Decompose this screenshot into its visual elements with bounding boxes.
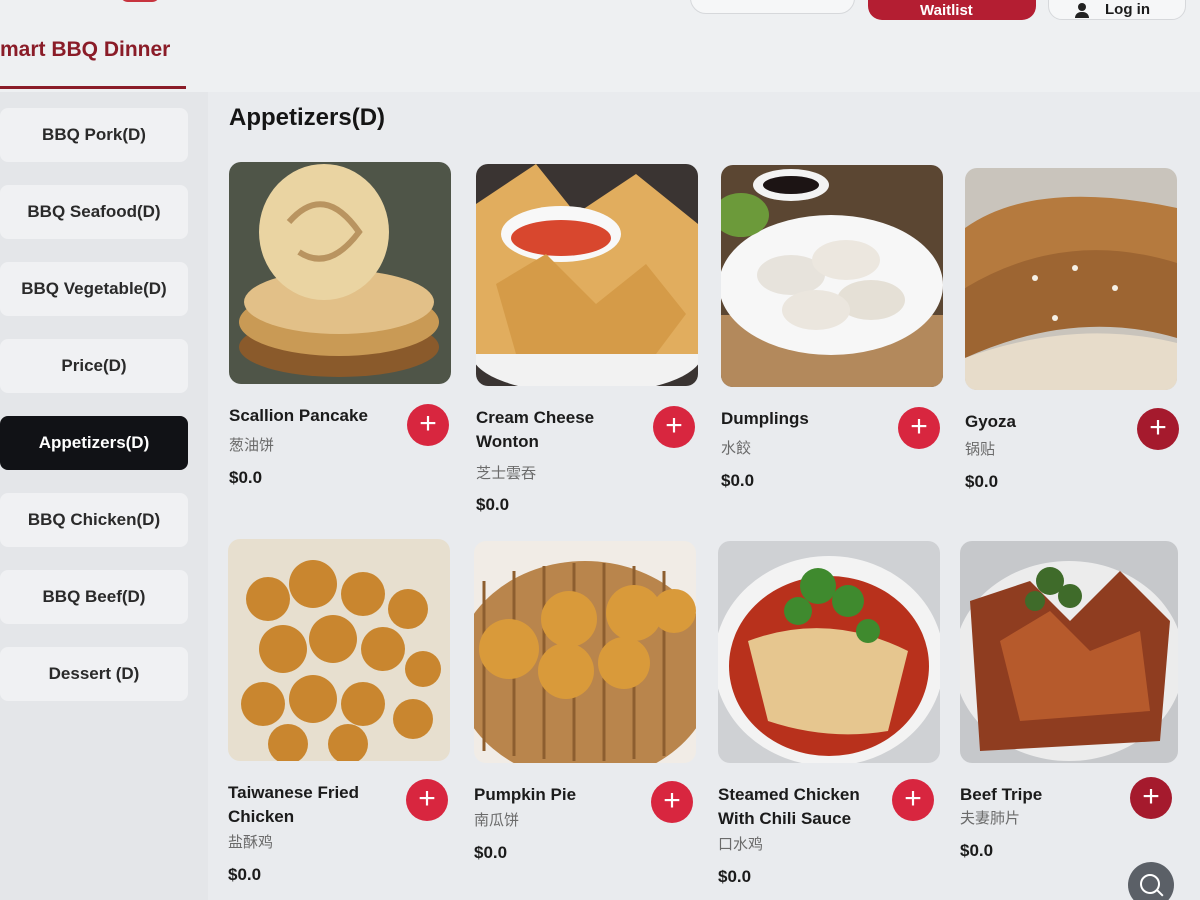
- item-price: $0.0: [229, 468, 263, 487]
- sidebar-item-bbq-chicken[interactable]: BBQ Chicken(D): [0, 493, 188, 547]
- top-badge: [120, 0, 160, 2]
- dumplings-image[interactable]: [721, 165, 943, 387]
- add-to-cart-button[interactable]: +: [651, 781, 693, 823]
- sidebar-item-bbq-pork[interactable]: BBQ Pork(D): [0, 108, 188, 162]
- zoom-icon[interactable]: [1128, 862, 1174, 900]
- item-name: Beef Tripe: [960, 785, 1043, 804]
- add-to-cart-button[interactable]: +: [892, 779, 934, 821]
- login-button[interactable]: Log in: [1048, 0, 1186, 20]
- item-name: Gyoza: [965, 412, 1017, 431]
- item-name: Cream Cheese Wonton: [476, 408, 595, 451]
- sidebar-item-dessert[interactable]: Dessert (D): [0, 647, 188, 701]
- store-tab-title[interactable]: mart BBQ Dinner: [0, 38, 170, 62]
- add-to-cart-button[interactable]: +: [406, 779, 448, 821]
- top-bar: Waitlist Log in mart BBQ Dinner: [0, 0, 1200, 92]
- category-sidebar: BBQ Pork(D) BBQ Seafood(D) BBQ Vegetable…: [0, 92, 208, 900]
- cream-cheese-wonton-image[interactable]: [476, 164, 698, 386]
- scallion-pancake-image[interactable]: [229, 162, 451, 384]
- sidebar-item-bbq-vegetable[interactable]: BBQ Vegetable(D): [0, 262, 188, 316]
- user-icon: [1075, 3, 1089, 18]
- add-to-cart-button[interactable]: +: [898, 407, 940, 449]
- item-name: Steamed Chicken With Chili Sauce: [718, 785, 860, 828]
- item-name: Taiwanese Fried Chicken: [228, 783, 360, 826]
- login-label: Log in: [1105, 1, 1150, 18]
- gyoza-image[interactable]: [965, 168, 1177, 390]
- sidebar-item-bbq-beef[interactable]: BBQ Beef(D): [0, 570, 188, 624]
- section-title: Appetizers(D): [229, 104, 386, 131]
- item-chinese-name: 夫妻肺片: [960, 810, 1021, 827]
- taiwanese-fried-chicken-image[interactable]: [228, 539, 450, 761]
- item-chinese-name: 口水鸡: [718, 836, 764, 853]
- item-name: Scallion Pancake: [229, 406, 368, 425]
- item-name: Dumplings: [721, 409, 809, 428]
- item-price: $0.0: [474, 843, 508, 862]
- item-price: $0.0: [476, 495, 510, 514]
- steamed-chicken-chili-image[interactable]: [718, 541, 940, 763]
- add-to-cart-button[interactable]: +: [1130, 777, 1172, 819]
- item-chinese-name: 芝士雲吞: [476, 465, 537, 482]
- add-to-cart-button[interactable]: +: [1137, 408, 1179, 450]
- item-price: $0.0: [228, 865, 262, 884]
- item-chinese-name: 盐酥鸡: [228, 834, 274, 851]
- sidebar-item-bbq-seafood[interactable]: BBQ Seafood(D): [0, 185, 188, 239]
- item-name: Pumpkin Pie: [474, 785, 577, 804]
- sidebar-item-appetizers[interactable]: Appetizers(D): [0, 416, 188, 470]
- active-tab-indicator: [0, 86, 186, 89]
- beef-tripe-image[interactable]: [960, 541, 1178, 763]
- add-to-cart-button[interactable]: +: [407, 404, 449, 446]
- item-price: $0.0: [721, 471, 755, 490]
- item-chinese-name: 南瓜饼: [474, 812, 520, 829]
- item-chinese-name: 水餃: [721, 440, 752, 457]
- item-price: $0.0: [718, 867, 752, 886]
- item-price: $0.0: [960, 841, 994, 860]
- sidebar-item-price[interactable]: Price(D): [0, 339, 188, 393]
- item-price: $0.0: [965, 472, 999, 491]
- item-chinese-name: 葱油饼: [229, 437, 275, 454]
- pumpkin-pie-image[interactable]: [474, 541, 696, 763]
- item-chinese-name: 锅贴: [965, 441, 996, 458]
- waitlist-button[interactable]: Waitlist: [868, 0, 1036, 20]
- add-to-cart-button[interactable]: +: [653, 406, 695, 448]
- search-box[interactable]: [690, 0, 855, 14]
